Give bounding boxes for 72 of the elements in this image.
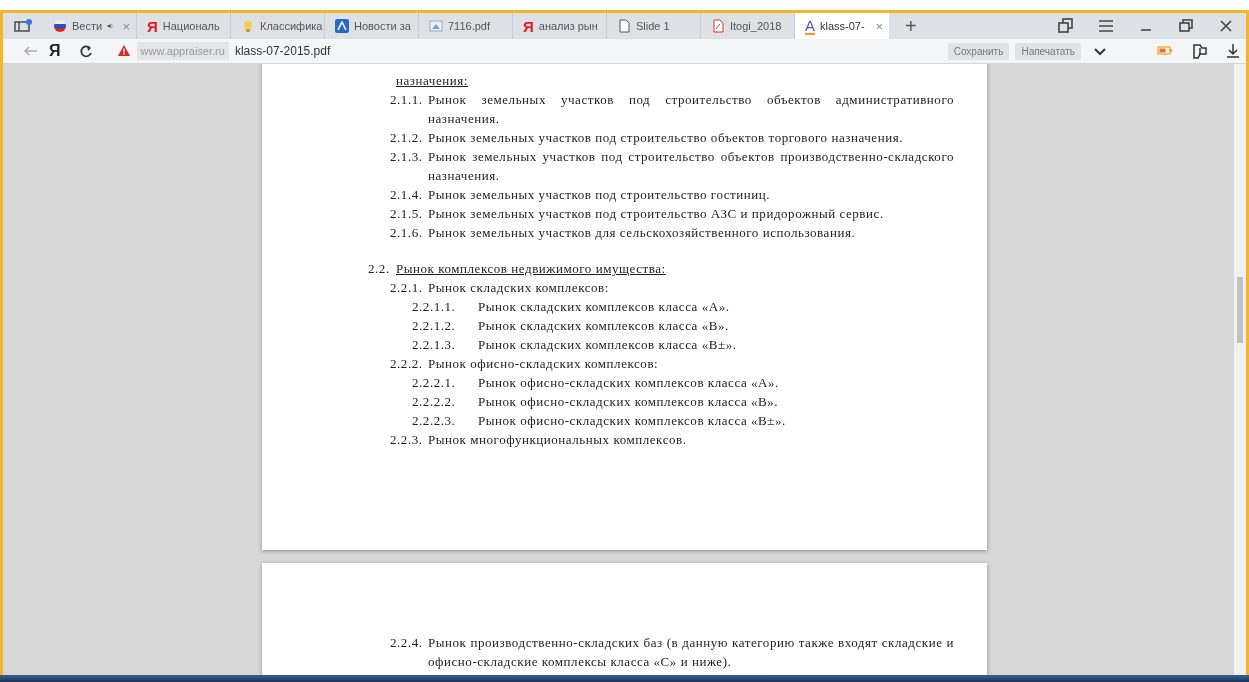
- tab-title: Slide 1: [636, 20, 670, 32]
- item-number: 2.2.1.1.: [412, 298, 457, 316]
- item-text: Рынок складских комплексов класса «В±».: [478, 336, 738, 354]
- lightbulb-icon: [241, 19, 255, 33]
- tab-title: Классифика: [260, 20, 323, 32]
- item-number: 2.2.2.1.: [412, 374, 457, 392]
- section-heading: Рынок комплексов недвижимого имущества:: [396, 260, 666, 278]
- item-text: Рынок земельных участков под строительство объектов производственно-складского назначения.: [428, 148, 954, 185]
- item-number: 2.1.4.: [390, 186, 424, 204]
- sidebar-icon: [13, 18, 33, 34]
- close-tab-button[interactable]: ×: [875, 18, 883, 34]
- tab-title: Националь: [162, 20, 220, 32]
- item-text: Рынок складских комплексов класса «В».: [478, 317, 730, 335]
- reload-icon[interactable]: [78, 44, 93, 58]
- tab-title: klass-07-: [820, 20, 865, 32]
- item-number: 2.2.1.3.: [412, 336, 457, 354]
- section-number: 2.2.: [368, 260, 391, 278]
- scrollbar-thumb[interactable]: [1237, 277, 1243, 343]
- item-number: 2.2.2.2.: [412, 393, 457, 411]
- item-text: Рынок офисно-складских комплексов класса «А».: [478, 374, 780, 392]
- item-number: 2.1.3.: [390, 148, 424, 166]
- news-icon: [335, 19, 349, 33]
- item-number: 2.1.2.: [390, 129, 424, 147]
- item-text: Рынок земельных участков под строительство гостиниц.: [428, 186, 772, 204]
- item-text: Рынок земельных участков для сельскохозяйственного использования.: [428, 224, 857, 242]
- pdf-icon: [711, 19, 725, 33]
- restore-icon[interactable]: [1178, 18, 1194, 34]
- shield-icon[interactable]: [1191, 42, 1208, 60]
- flag-globe-icon: [53, 19, 67, 33]
- home-button[interactable]: Я: [49, 42, 61, 60]
- item-text: Рынок офисно-складских комплексов класса «В±».: [478, 412, 787, 430]
- warning-icon: [116, 44, 131, 58]
- item-number: 2.2.1.: [390, 279, 424, 297]
- item-number: 2.2.2.3.: [412, 412, 457, 430]
- item-text: Рынок земельных участков под строительство АЗС и придорожный сервис.: [428, 205, 885, 223]
- menu-icon[interactable]: [1098, 18, 1114, 34]
- section-heading: назначения:: [396, 72, 468, 90]
- item-text: Рынок офисно-складских комплексов:: [428, 355, 660, 373]
- item-number: 2.2.2.: [390, 355, 424, 373]
- browser-tab[interactable]: A klass-07- ×: [795, 13, 889, 39]
- item-number: 2.1.6.: [390, 224, 424, 242]
- item-text: Рынок многофункциональных комплексов.: [428, 431, 688, 449]
- item-text: Рынок земельных участков под строительство объектов торгового назначения.: [428, 129, 904, 147]
- tab-title: анализ рын: [538, 20, 598, 32]
- item-text: Рынок земельных участков под строительство объектов административного назначения.: [428, 91, 954, 128]
- item-text: Рынок складских комплексов класса «А».: [478, 298, 731, 316]
- url-domain: www.appraiser.ru: [136, 42, 229, 60]
- item-number: 2.2.1.2.: [412, 317, 457, 335]
- close-icon[interactable]: [1218, 18, 1234, 34]
- tab-title: Новости за: [354, 20, 411, 32]
- item-text: Рынок производственно-складских баз (в данную категорию также входят складские и офисно-складские комплексы класса «С» и ниже).: [428, 634, 954, 671]
- document-icon: [617, 19, 631, 33]
- item-number: 2.2.4.: [390, 634, 424, 652]
- item-text: Рынок офисно-складских комплексов класса «В».: [478, 393, 780, 411]
- battery-icon: [1157, 44, 1173, 58]
- tabs-icon[interactable]: [1058, 18, 1074, 34]
- download-icon[interactable]: [1226, 43, 1240, 59]
- chevron-down-icon[interactable]: [1093, 45, 1107, 57]
- item-number: 2.1.5.: [390, 205, 424, 223]
- tab-title: Itogi_2018: [730, 20, 782, 32]
- new-tab-button[interactable]: +: [901, 14, 921, 38]
- item-number: 2.2.3.: [390, 431, 424, 449]
- logo-letter-icon: Я: [523, 18, 534, 34]
- url-path: klass-07-2015.pdf: [234, 44, 331, 58]
- item-text: Рынок складских комплексов:: [428, 279, 610, 297]
- item-number: 2.1.1.: [390, 91, 424, 109]
- image-icon: [429, 19, 443, 33]
- print-button[interactable]: Напечатать: [1015, 42, 1081, 60]
- tab-title: Вести: [72, 20, 103, 32]
- save-button[interactable]: Сохранить: [947, 42, 1010, 60]
- logo-letter-icon: Я: [147, 18, 158, 34]
- tab-title: 7116.pdf: [448, 20, 490, 32]
